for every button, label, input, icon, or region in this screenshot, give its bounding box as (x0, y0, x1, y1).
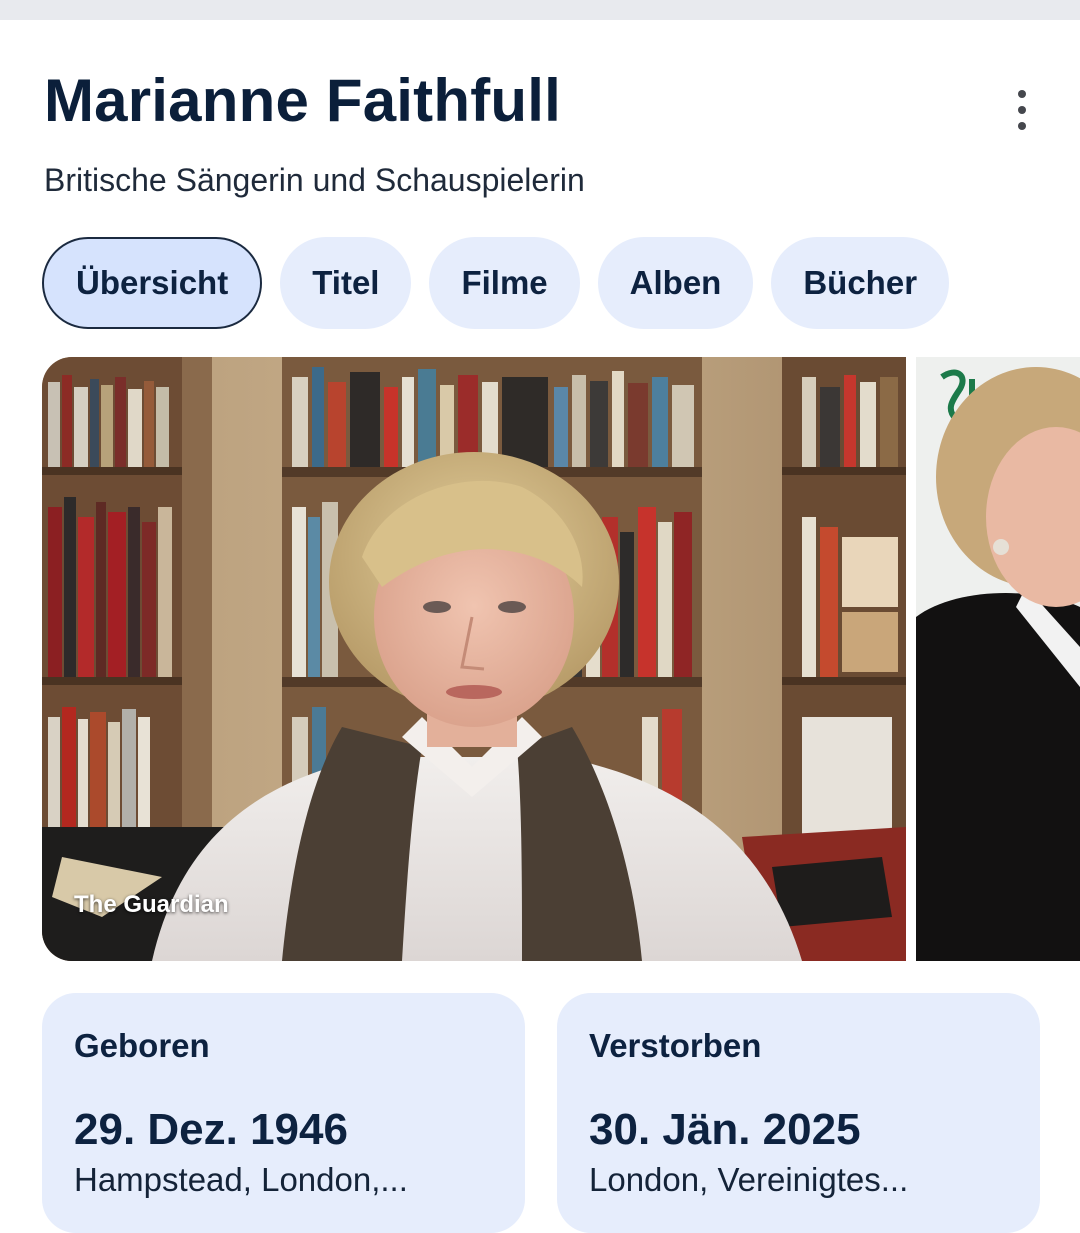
image-carousel[interactable]: The Guardian (42, 357, 1080, 961)
more-dot (1018, 122, 1026, 130)
died-place: London, Vereinigtes... (589, 1161, 909, 1198)
died-card[interactable]: Verstorben 30. Jän. 2025 London, Vereini… (557, 993, 1040, 1233)
tab-bar: Übersicht Titel Filme Alben Bücher (42, 237, 950, 329)
died-label: Verstorben (589, 1027, 762, 1064)
entity-subtitle: Britische Sängerin und Schauspielerin (44, 162, 585, 198)
main-photo[interactable]: The Guardian (42, 357, 906, 961)
born-label: Geboren (74, 1027, 210, 1064)
image-source-label: The Guardian (74, 891, 229, 918)
secondary-photo[interactable] (916, 357, 1080, 961)
more-dot (1018, 106, 1026, 114)
top-edge-bar (0, 0, 1080, 20)
tab-songs[interactable]: Titel (280, 237, 412, 329)
more-dot (1018, 90, 1026, 98)
tab-films[interactable]: Filme (429, 237, 580, 329)
born-date: 29. Dez. 1946 (74, 1105, 348, 1154)
more-vert-icon[interactable] (1004, 88, 1040, 132)
tab-albums[interactable]: Alben (597, 237, 754, 329)
died-date: 30. Jän. 2025 (589, 1105, 861, 1154)
tab-overview[interactable]: Übersicht (42, 237, 263, 329)
entity-title: Marianne Faithfull (44, 67, 561, 134)
born-place: Hampstead, London,... (74, 1161, 408, 1198)
tab-books[interactable]: Bücher (771, 237, 950, 329)
born-card[interactable]: Geboren 29. Dez. 1946 Hampstead, London,… (42, 993, 525, 1233)
